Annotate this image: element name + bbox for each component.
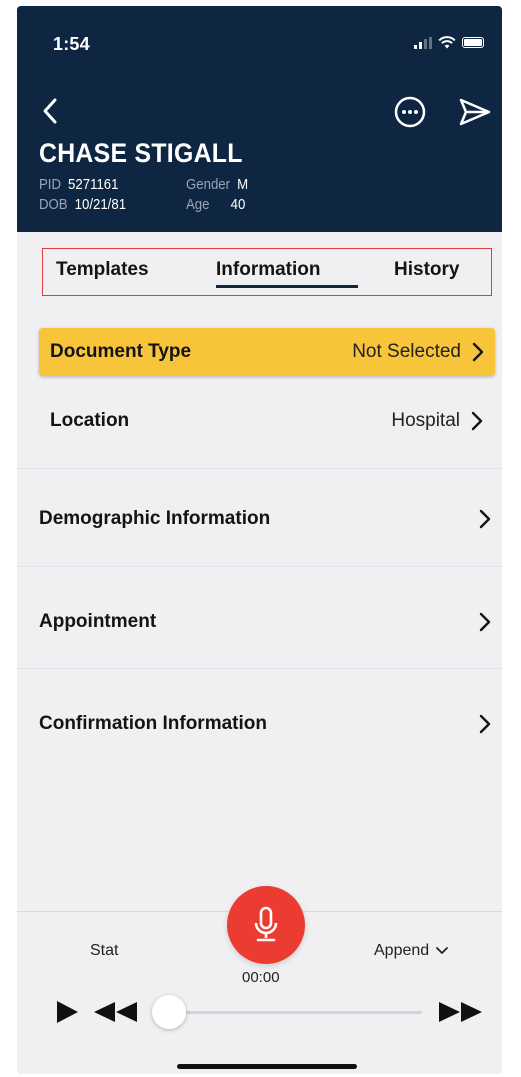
pid-label: PID [39, 176, 62, 193]
record-button[interactable] [227, 886, 305, 964]
playback-track[interactable] [157, 1011, 422, 1014]
append-dropdown[interactable]: Append [374, 942, 449, 960]
divider [17, 668, 502, 669]
chevron-right-icon [479, 612, 491, 632]
confirmation-information-row[interactable]: Confirmation Information [17, 704, 502, 744]
location-value: Hospital [391, 410, 460, 431]
location-row[interactable]: Location Hospital [17, 401, 502, 441]
dictation-player: Stat Append 00:00 [17, 886, 502, 1074]
chevron-right-icon [472, 342, 484, 362]
play-icon[interactable] [54, 999, 80, 1025]
battery-icon [462, 37, 484, 48]
dob-label: DOB [39, 196, 68, 213]
gender-label: Gender [186, 176, 231, 193]
signal-icon [414, 36, 432, 49]
pid-value: 5271161 [68, 176, 119, 193]
tab-history[interactable]: History [394, 259, 459, 281]
active-tab-indicator [216, 285, 358, 288]
append-label: Append [374, 942, 430, 959]
patient-gender: Gender M [186, 176, 248, 193]
back-icon[interactable] [37, 94, 65, 128]
chevron-right-icon [479, 714, 491, 734]
tab-templates[interactable]: Templates [56, 259, 149, 281]
fast-forward-icon[interactable] [435, 1000, 487, 1024]
patient-header: 1:54 CHASE STIGALL PID 5271161 DOB 10/21… [17, 6, 502, 232]
playback-thumb[interactable] [152, 995, 186, 1029]
document-type-label: Document Type [50, 341, 192, 362]
microphone-icon [254, 906, 278, 942]
document-type-row[interactable]: Document Type Not Selected [39, 328, 495, 376]
status-time: 1:54 [53, 34, 90, 54]
appointment-row[interactable]: Appointment [17, 602, 502, 642]
location-label: Location [50, 410, 130, 431]
status-icons [414, 36, 484, 49]
demographic-information-row[interactable]: Demographic Information [17, 499, 502, 539]
recording-timer: 00:00 [242, 969, 280, 986]
home-indicator [177, 1064, 357, 1069]
patient-name: CHASE STIGALL [39, 138, 243, 168]
rewind-icon[interactable] [89, 1000, 141, 1024]
confirmation-information-label: Confirmation Information [39, 713, 267, 734]
more-icon[interactable] [393, 95, 427, 129]
wifi-icon [438, 36, 456, 49]
stat-toggle[interactable]: Stat [90, 942, 118, 960]
chevron-right-icon [471, 411, 483, 431]
app-screen: 1:54 CHASE STIGALL PID 5271161 DOB 10/21… [17, 6, 502, 1074]
send-icon[interactable] [457, 95, 493, 129]
age-label: Age [186, 196, 210, 213]
tab-information[interactable]: Information [216, 259, 321, 281]
appointment-label: Appointment [39, 611, 157, 632]
document-type-value: Not Selected [352, 341, 461, 362]
age-value: 40 [230, 196, 246, 213]
patient-dob: DOB 10/21/81 [39, 196, 126, 213]
divider [17, 468, 502, 469]
chevron-down-icon [436, 947, 449, 955]
gender-value: M [237, 176, 249, 193]
demographic-information-label: Demographic Information [39, 508, 271, 529]
patient-pid: PID 5271161 [39, 176, 118, 193]
tab-bar: Templates Information History [42, 248, 492, 296]
dob-value: 10/21/81 [74, 196, 127, 213]
divider [17, 566, 502, 567]
chevron-right-icon [479, 509, 491, 529]
patient-age: Age 40 [186, 196, 245, 213]
